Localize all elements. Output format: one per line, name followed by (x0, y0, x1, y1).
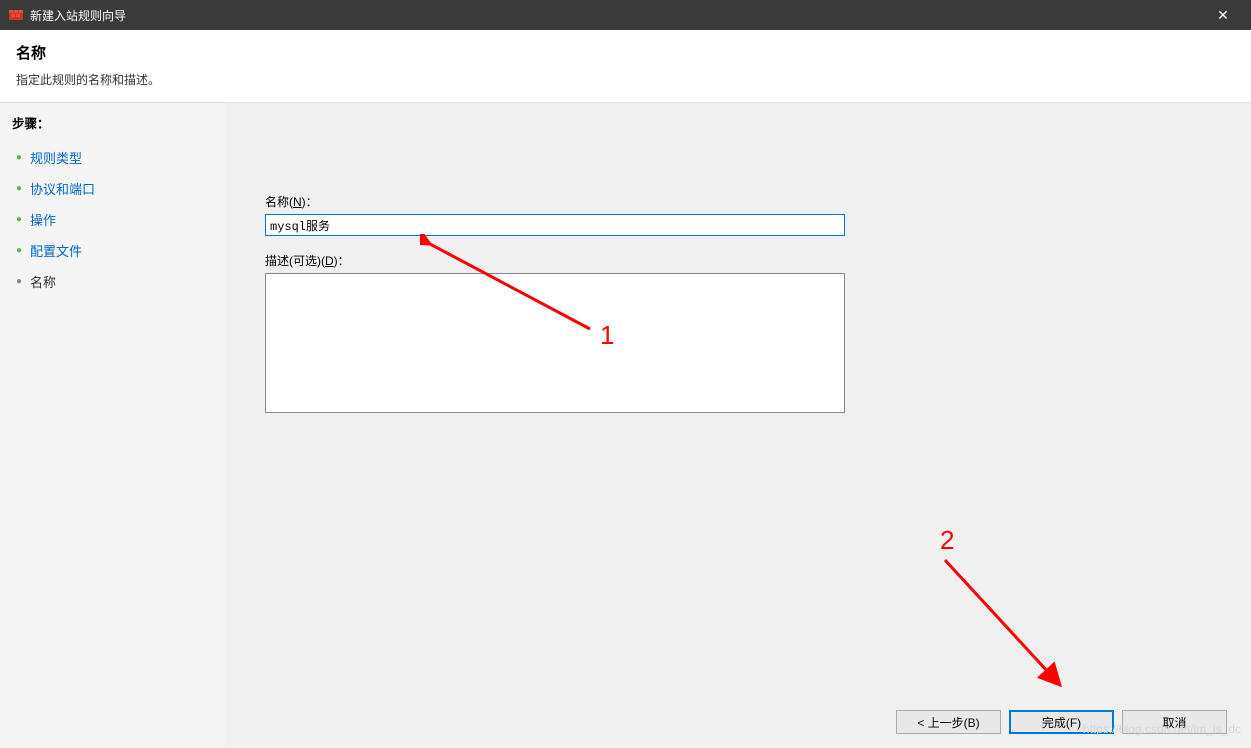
step-protocol-port[interactable]: ● 协议和端口 (12, 173, 213, 204)
page-description: 指定此规则的名称和描述。 (16, 71, 1235, 88)
close-button[interactable]: ✕ (1203, 0, 1243, 30)
bullet-icon: ● (16, 183, 22, 194)
bullet-icon: ● (16, 152, 22, 163)
description-textarea[interactable] (265, 273, 845, 413)
content-row: 步骤： ● 规则类型 ● 协议和端口 ● 操作 ● 配置文件 ● 名称 名称(N… (0, 103, 1251, 748)
step-profile[interactable]: ● 配置文件 (12, 235, 213, 266)
close-icon: ✕ (1217, 7, 1229, 24)
main-panel: 名称(N)： 描述(可选)(D)： < 上一步(B) 完成(F) 取消 (225, 103, 1251, 748)
page-title: 名称 (16, 42, 1235, 63)
step-rule-type[interactable]: ● 规则类型 (12, 142, 213, 173)
description-field-group: 描述(可选)(D)： (265, 252, 1211, 416)
name-label: 名称(N)： (265, 193, 1211, 210)
wizard-footer: < 上一步(B) 完成(F) 取消 (896, 710, 1227, 734)
step-label: 配置文件 (30, 241, 82, 260)
step-name[interactable]: ● 名称 (12, 266, 213, 297)
name-input[interactable] (265, 214, 845, 236)
finish-button[interactable]: 完成(F) (1009, 710, 1114, 734)
titlebar-left: 新建入站规则向导 (8, 7, 126, 24)
bullet-icon: ● (16, 214, 22, 225)
step-label: 协议和端口 (30, 179, 95, 198)
wizard-header: 名称 指定此规则的名称和描述。 (0, 30, 1251, 103)
steps-sidebar: 步骤： ● 规则类型 ● 协议和端口 ● 操作 ● 配置文件 ● 名称 (0, 103, 225, 748)
bullet-icon: ● (16, 245, 22, 256)
step-action[interactable]: ● 操作 (12, 204, 213, 235)
bullet-icon: ● (16, 276, 22, 287)
step-label: 规则类型 (30, 148, 82, 167)
description-label: 描述(可选)(D)： (265, 252, 1211, 269)
name-field-group: 名称(N)： (265, 193, 1211, 236)
firewall-icon (8, 7, 24, 23)
step-label: 名称 (30, 272, 56, 291)
titlebar: 新建入站规则向导 ✕ (0, 0, 1251, 30)
cancel-button[interactable]: 取消 (1122, 710, 1227, 734)
steps-heading: 步骤： (12, 113, 213, 132)
window-title: 新建入站规则向导 (30, 7, 126, 24)
step-label: 操作 (30, 210, 56, 229)
back-button[interactable]: < 上一步(B) (896, 710, 1001, 734)
